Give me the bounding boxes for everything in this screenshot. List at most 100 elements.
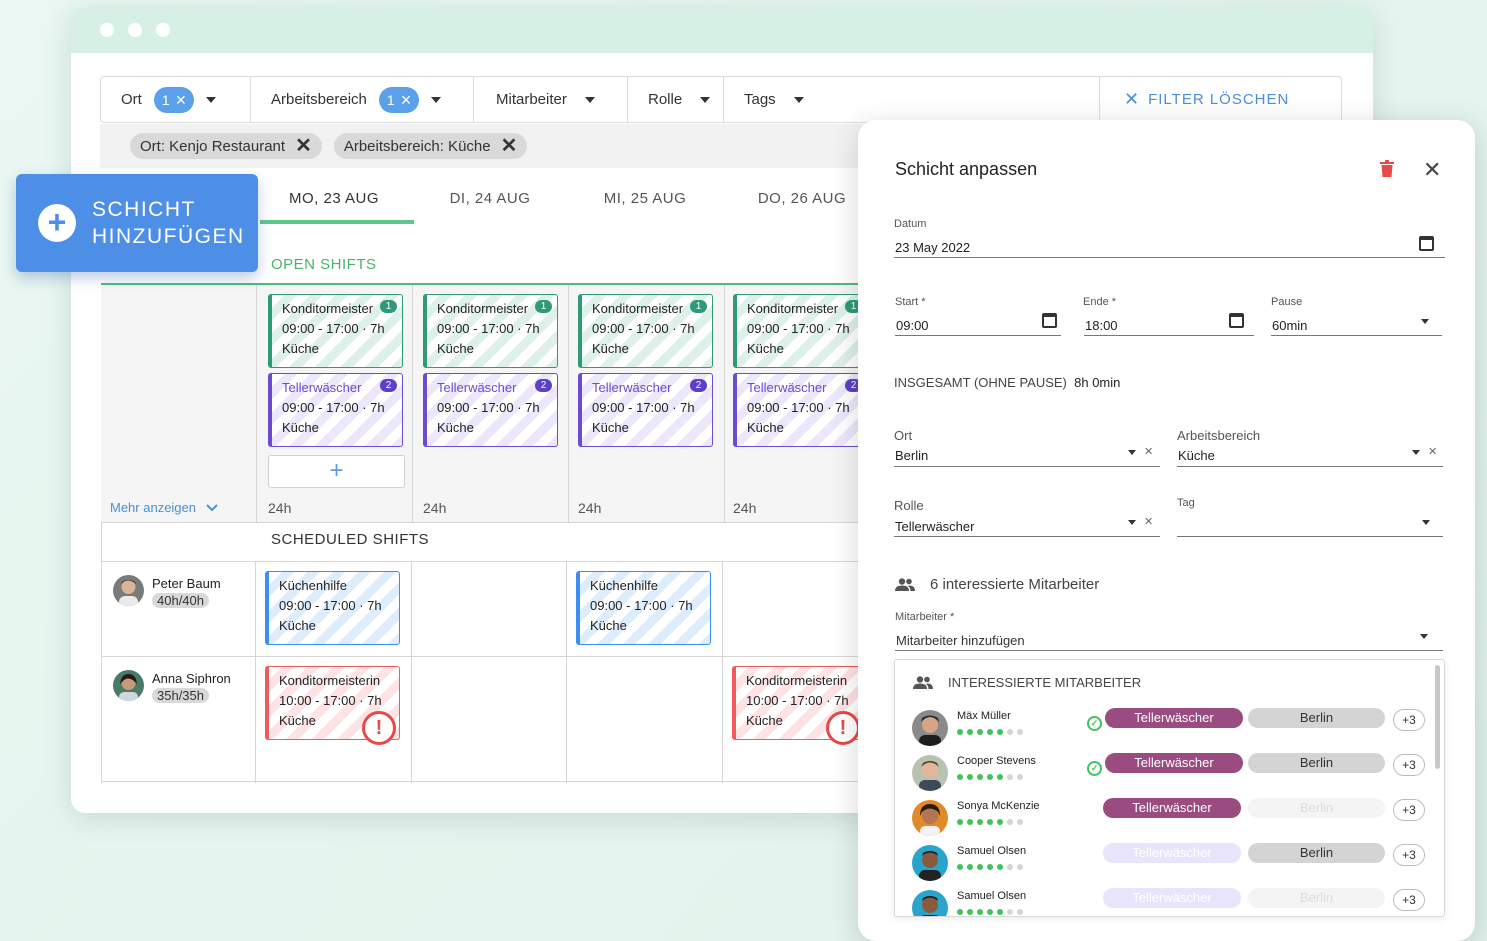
- filter-mitarbeiter[interactable]: Mitarbeiter: [474, 77, 628, 122]
- ort-label: Ort: [894, 428, 913, 443]
- more-tags-badge[interactable]: +3: [1393, 799, 1425, 821]
- scrollbar[interactable]: [1435, 665, 1440, 769]
- candidate-row[interactable]: Samuel Olsen Tellerwäscher Berlin +3: [912, 888, 1432, 916]
- calendar-icon[interactable]: [1419, 236, 1434, 251]
- open-shift-card[interactable]: Tellerwäscher 09:00 - 17:00 · 7h Küche 2: [733, 373, 868, 447]
- show-more-link[interactable]: Mehr anzeigen: [110, 500, 218, 515]
- close-icon[interactable]: ✕: [501, 136, 518, 156]
- pause-select[interactable]: 60min: [1272, 318, 1307, 333]
- chevron-down-icon[interactable]: [1422, 520, 1430, 525]
- more-tags-badge[interactable]: +3: [1393, 709, 1425, 731]
- warning-icon[interactable]: !: [362, 711, 396, 745]
- filter-tags[interactable]: Tags: [724, 77, 1100, 122]
- open-shift-card[interactable]: Tellerwäscher 09:00 - 17:00 · 7h Küche 2: [268, 373, 403, 447]
- interested-employees-list: INTERESSIERTE MITARBEITER Mäx Müller ✓ T…: [894, 659, 1445, 917]
- candidate-row[interactable]: Samuel Olsen Tellerwäscher Berlin +3: [912, 843, 1432, 883]
- more-tags-badge[interactable]: +3: [1393, 754, 1425, 776]
- day-header[interactable]: MI, 25 AUG: [567, 190, 723, 207]
- count-badge: 2: [690, 379, 707, 392]
- more-tags-badge[interactable]: +3: [1393, 889, 1425, 911]
- rolle-label: Rolle: [894, 498, 924, 513]
- window-dot[interactable]: [100, 23, 114, 37]
- employee-anna-siphron[interactable]: Anna Siphron 35h/35h: [113, 670, 231, 705]
- window-dot[interactable]: [156, 23, 170, 37]
- calendar-icon[interactable]: [1229, 313, 1244, 328]
- filter-arbeitsbereich-count[interactable]: 1 ×: [378, 86, 420, 113]
- filter-ort-label: Ort: [121, 91, 142, 108]
- candidate-row[interactable]: Sonya McKenzie Tellerwäscher Berlin +3: [912, 798, 1432, 838]
- candidate-row[interactable]: Cooper Stevens ✓ Tellerwäscher Berlin +3: [912, 753, 1432, 793]
- location-tag: Berlin: [1248, 708, 1385, 728]
- close-icon[interactable]: ×: [401, 91, 412, 109]
- chevron-down-icon[interactable]: [793, 96, 804, 103]
- arbeitsbereich-select[interactable]: Küche: [1178, 448, 1215, 463]
- scheduled-shift-card[interactable]: Küchenhilfe 09:00 - 17:00 · 7h Küche: [576, 571, 711, 645]
- day-header[interactable]: DI, 24 AUG: [412, 190, 568, 207]
- shift-area: Küche: [747, 341, 784, 356]
- close-icon[interactable]: ×: [176, 91, 187, 109]
- count-value: 1: [161, 91, 170, 108]
- open-shift-card[interactable]: Konditormeister 09:00 - 17:00 · 7h Küche 1: [733, 294, 868, 368]
- add-shift-button[interactable]: + SCHICHT HINZUFÜGEN: [16, 174, 258, 272]
- chevron-down-icon[interactable]: [1421, 319, 1429, 324]
- clear-filters-label: FILTER LÖSCHEN: [1148, 91, 1290, 108]
- divider: [101, 781, 858, 782]
- open-shift-card[interactable]: Tellerwäscher 09:00 - 17:00 · 7h Küche 2: [423, 373, 558, 447]
- more-tags-badge[interactable]: +3: [1393, 844, 1425, 866]
- scheduled-shift-card[interactable]: Küchenhilfe 09:00 - 17:00 · 7h Küche: [265, 571, 400, 645]
- rolle-select[interactable]: Tellerwäscher: [895, 519, 974, 534]
- chevron-down-icon[interactable]: [1128, 450, 1136, 455]
- tag-label: Tag: [1177, 497, 1195, 509]
- shift-time: 09:00 - 17:00 · 7h: [747, 321, 850, 336]
- chevron-down-icon[interactable]: [1420, 634, 1428, 639]
- chevron-down-icon[interactable]: [206, 96, 217, 103]
- clear-filters-button[interactable]: ✕ FILTER LÖSCHEN: [1100, 77, 1289, 122]
- calendar-icon[interactable]: [1042, 313, 1057, 328]
- shift-area: Küche: [592, 420, 629, 435]
- plus-icon: +: [38, 204, 76, 242]
- window-dot[interactable]: [128, 23, 142, 37]
- ort-select[interactable]: Berlin: [895, 448, 928, 463]
- close-icon[interactable]: ✕: [1144, 445, 1153, 458]
- shift-area: Küche: [437, 420, 474, 435]
- open-shift-card[interactable]: Tellerwäscher 09:00 - 17:00 · 7h Küche 2: [578, 373, 713, 447]
- day-header[interactable]: MO, 23 AUG: [256, 190, 412, 207]
- employee-peter-baum[interactable]: Peter Baum 40h/40h: [113, 575, 221, 610]
- arbeitsbereich-label: Arbeitsbereich: [1177, 428, 1261, 443]
- filter-rolle[interactable]: Rolle: [628, 77, 724, 122]
- divider: [722, 561, 723, 783]
- end-time-field[interactable]: 18:00: [1085, 318, 1118, 333]
- filter-chip[interactable]: Ort: Kenjo Restaurant ✕: [130, 133, 322, 159]
- filter-ort-count[interactable]: 1 ×: [153, 86, 195, 113]
- filter-arbeitsbereich-label: Arbeitsbereich: [271, 91, 367, 108]
- mitarbeiter-select[interactable]: Mitarbeiter hinzufügen: [896, 633, 1025, 648]
- trash-icon[interactable]: [1380, 160, 1394, 177]
- open-shift-card[interactable]: Konditormeister 09:00 - 17:00 · 7h Küche 1: [268, 294, 403, 368]
- chevron-down-icon[interactable]: [1412, 450, 1420, 455]
- divider: [566, 561, 567, 783]
- day-header[interactable]: DO, 26 AUG: [724, 190, 880, 207]
- open-shift-card[interactable]: Konditormeister 09:00 - 17:00 · 7h Küche 1: [423, 294, 558, 368]
- close-icon[interactable]: ✕: [295, 136, 312, 156]
- open-shift-card[interactable]: Konditormeister 09:00 - 17:00 · 7h Küche 1: [578, 294, 713, 368]
- date-field[interactable]: 23 May 2022: [895, 240, 970, 255]
- rating-dots: [957, 729, 1023, 735]
- chip-label: Ort: Kenjo Restaurant: [140, 137, 286, 155]
- add-open-shift-button[interactable]: +: [268, 455, 405, 488]
- candidate-row[interactable]: Mäx Müller ✓ Tellerwäscher Berlin +3: [912, 708, 1432, 748]
- start-time-field[interactable]: 09:00: [896, 318, 929, 333]
- filter-arbeitsbereich[interactable]: Arbeitsbereich 1 ×: [251, 77, 474, 122]
- chevron-down-icon[interactable]: [700, 96, 711, 103]
- filter-chip[interactable]: Arbeitsbereich: Küche ✕: [333, 133, 528, 159]
- role-tag: Tellerwäscher: [1103, 843, 1241, 863]
- candidate-name: Samuel Olsen: [957, 890, 1027, 902]
- count-badge: 2: [380, 379, 397, 392]
- filter-ort[interactable]: Ort 1 ×: [101, 77, 251, 122]
- warning-icon[interactable]: !: [826, 711, 860, 745]
- chevron-down-icon[interactable]: [584, 96, 595, 103]
- close-icon[interactable]: ✕: [1428, 445, 1437, 458]
- close-icon[interactable]: ✕: [1423, 157, 1441, 183]
- chevron-down-icon[interactable]: [431, 96, 442, 103]
- chevron-down-icon[interactable]: [1128, 520, 1136, 525]
- close-icon[interactable]: ✕: [1144, 515, 1153, 528]
